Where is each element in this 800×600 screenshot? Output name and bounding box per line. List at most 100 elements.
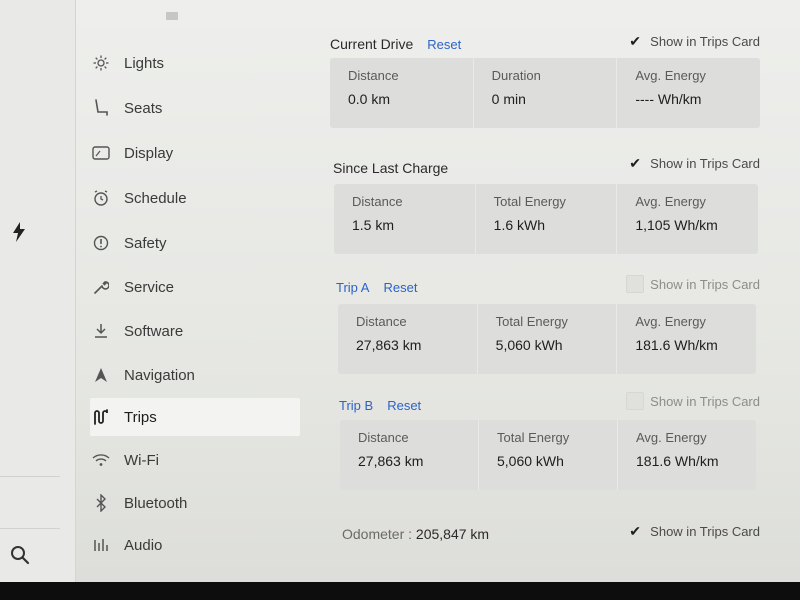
trip-b-header: Trip B Reset	[339, 398, 421, 413]
cell-label: Distance	[356, 314, 407, 329]
sidebar-item-safety[interactable]: Safety	[90, 226, 300, 260]
sidebar-item-navigation[interactable]: Navigation	[90, 358, 300, 392]
cell-label: Avg. Energy	[635, 194, 706, 209]
since-last-charge-header: Since Last Charge	[333, 160, 448, 176]
cell-value: 5,060 kWh	[497, 453, 564, 469]
checkmark-icon: ✔	[629, 154, 642, 171]
cell-label: Total Energy	[495, 314, 568, 329]
cell-label: Avg. Energy	[635, 314, 706, 329]
section-title: Trip B	[339, 398, 374, 413]
cell-value: 0.0 km	[348, 91, 391, 107]
sidebar-item-display[interactable]: Display	[90, 136, 300, 170]
odometer-value: 205,847 km	[415, 526, 490, 542]
cell-value: 181.6 Wh/km	[636, 453, 719, 469]
total-energy-cell: Total Energy 5,060 kWh	[479, 420, 618, 490]
odometer-label: Odometer :	[342, 526, 413, 542]
avg-energy-cell: Avg. Energy ---- Wh/km	[617, 58, 760, 128]
trip-a-show-toggle[interactable]: Show in Trips Card	[626, 275, 760, 293]
trips-panel: Current Drive Reset ✔ Show in Trips Card…	[320, 0, 790, 582]
total-energy-cell: Total Energy 1.6 kWh	[476, 184, 618, 254]
sun-icon	[90, 54, 112, 72]
cell-label: Duration	[491, 68, 541, 83]
show-label: Show in Trips Card	[650, 33, 760, 49]
download-icon	[90, 322, 112, 340]
checkbox-empty-icon	[626, 275, 645, 293]
wrench-icon	[90, 278, 112, 296]
checkmark-icon: ✔	[629, 32, 642, 49]
avg-energy-cell: Avg. Energy 181.6 Wh/km	[617, 304, 756, 374]
edge-divider	[0, 528, 60, 529]
trip-a-header: Trip A Reset	[336, 280, 417, 295]
sidebar-item-label: Display	[124, 144, 174, 162]
trip-b-show-toggle[interactable]: Show in Trips Card	[626, 392, 760, 410]
sidebar-item-label: Navigation	[124, 366, 195, 384]
cell-label: Distance	[348, 68, 399, 83]
navigation-icon	[90, 366, 112, 384]
current-drive-reset-button[interactable]: Reset	[427, 37, 461, 52]
show-label: Show in Trips Card	[650, 523, 760, 539]
clock-icon	[90, 189, 112, 207]
sidebar-item-seats[interactable]: Seats	[90, 91, 300, 125]
trip-b-reset-button[interactable]: Reset	[387, 398, 421, 413]
screen-bezel	[0, 582, 800, 600]
sidebar-item-label: Wi-Fi	[124, 451, 159, 469]
sidebar-item-label: Bluetooth	[124, 494, 188, 512]
cell-value: 1.6 kWh	[493, 217, 546, 233]
cell-value: 0 min	[491, 91, 526, 107]
current-drive-show-toggle[interactable]: ✔ Show in Trips Card	[626, 32, 760, 50]
sidebar-item-software[interactable]: Software	[90, 314, 300, 348]
lightning-bolt-icon[interactable]	[12, 222, 26, 247]
current-drive-card: Distance 0.0 km Duration 0 min Avg. Ener…	[330, 58, 760, 128]
cell-value: 1,105 Wh/km	[635, 217, 718, 233]
avg-energy-cell: Avg. Energy 1,105 Wh/km	[617, 184, 758, 254]
sidebar-item-audio[interactable]: Audio	[90, 528, 300, 562]
cell-value: 27,863 km	[358, 453, 424, 469]
sidebar-item-service[interactable]: Service	[90, 270, 300, 304]
cell-label: Distance	[358, 430, 409, 445]
cell-value: ---- Wh/km	[635, 91, 702, 107]
duration-cell: Duration 0 min	[474, 58, 618, 128]
safety-icon	[90, 234, 112, 252]
sidebar-item-label: Schedule	[124, 189, 187, 207]
cell-value: 181.6 Wh/km	[635, 337, 718, 353]
current-drive-header: Current Drive Reset	[330, 36, 461, 52]
touchscreen: Lights Seats Display Schedule Safety Ser…	[0, 0, 800, 600]
sidebar-item-schedule[interactable]: Schedule	[90, 181, 300, 215]
bluetooth-icon	[90, 494, 112, 512]
cell-value: 27,863 km	[356, 337, 422, 353]
cell-label: Avg. Energy	[636, 430, 707, 445]
show-label: Show in Trips Card	[650, 393, 760, 409]
since-last-charge-show-toggle[interactable]: ✔ Show in Trips Card	[626, 154, 760, 172]
total-energy-cell: Total Energy 5,060 kWh	[478, 304, 618, 374]
sidebar-item-label: Seats	[124, 99, 163, 117]
left-edge-panel	[0, 0, 76, 582]
distance-cell: Distance 27,863 km	[338, 304, 478, 374]
since-last-charge-card: Distance 1.5 km Total Energy 1.6 kWh Avg…	[334, 184, 758, 254]
sidebar-item-wifi[interactable]: Wi-Fi	[90, 443, 300, 477]
sidebar-item-label: Trips	[124, 408, 157, 426]
cell-value: 1.5 km	[352, 217, 395, 233]
sidebar-item-lights[interactable]: Lights	[90, 46, 300, 80]
odometer-show-toggle[interactable]: ✔ Show in Trips Card	[626, 522, 760, 540]
section-title: Trip A	[336, 280, 370, 295]
show-label: Show in Trips Card	[650, 155, 760, 171]
distance-cell: Distance 0.0 km	[330, 58, 474, 128]
cell-label: Total Energy	[497, 430, 570, 445]
audio-icon	[90, 536, 112, 554]
sidebar-item-trips[interactable]: Trips	[90, 398, 300, 436]
search-icon[interactable]	[9, 544, 33, 568]
sidebar-top-faded-item	[166, 12, 226, 22]
sidebar-item-label: Software	[124, 322, 184, 340]
section-title: Since Last Charge	[333, 160, 449, 176]
sidebar-item-label: Audio	[124, 536, 163, 554]
checkmark-icon: ✔	[629, 522, 642, 539]
cell-value: 5,060 kWh	[495, 337, 563, 353]
cell-label: Avg. Energy	[635, 68, 706, 83]
avg-energy-cell: Avg. Energy 181.6 Wh/km	[618, 420, 756, 490]
display-icon	[90, 144, 112, 162]
sidebar-item-label: Lights	[124, 54, 165, 72]
sidebar-item-bluetooth[interactable]: Bluetooth	[90, 486, 300, 520]
section-title: Current Drive	[330, 36, 414, 52]
trip-a-reset-button[interactable]: Reset	[383, 280, 417, 295]
cell-label: Total Energy	[493, 194, 566, 209]
